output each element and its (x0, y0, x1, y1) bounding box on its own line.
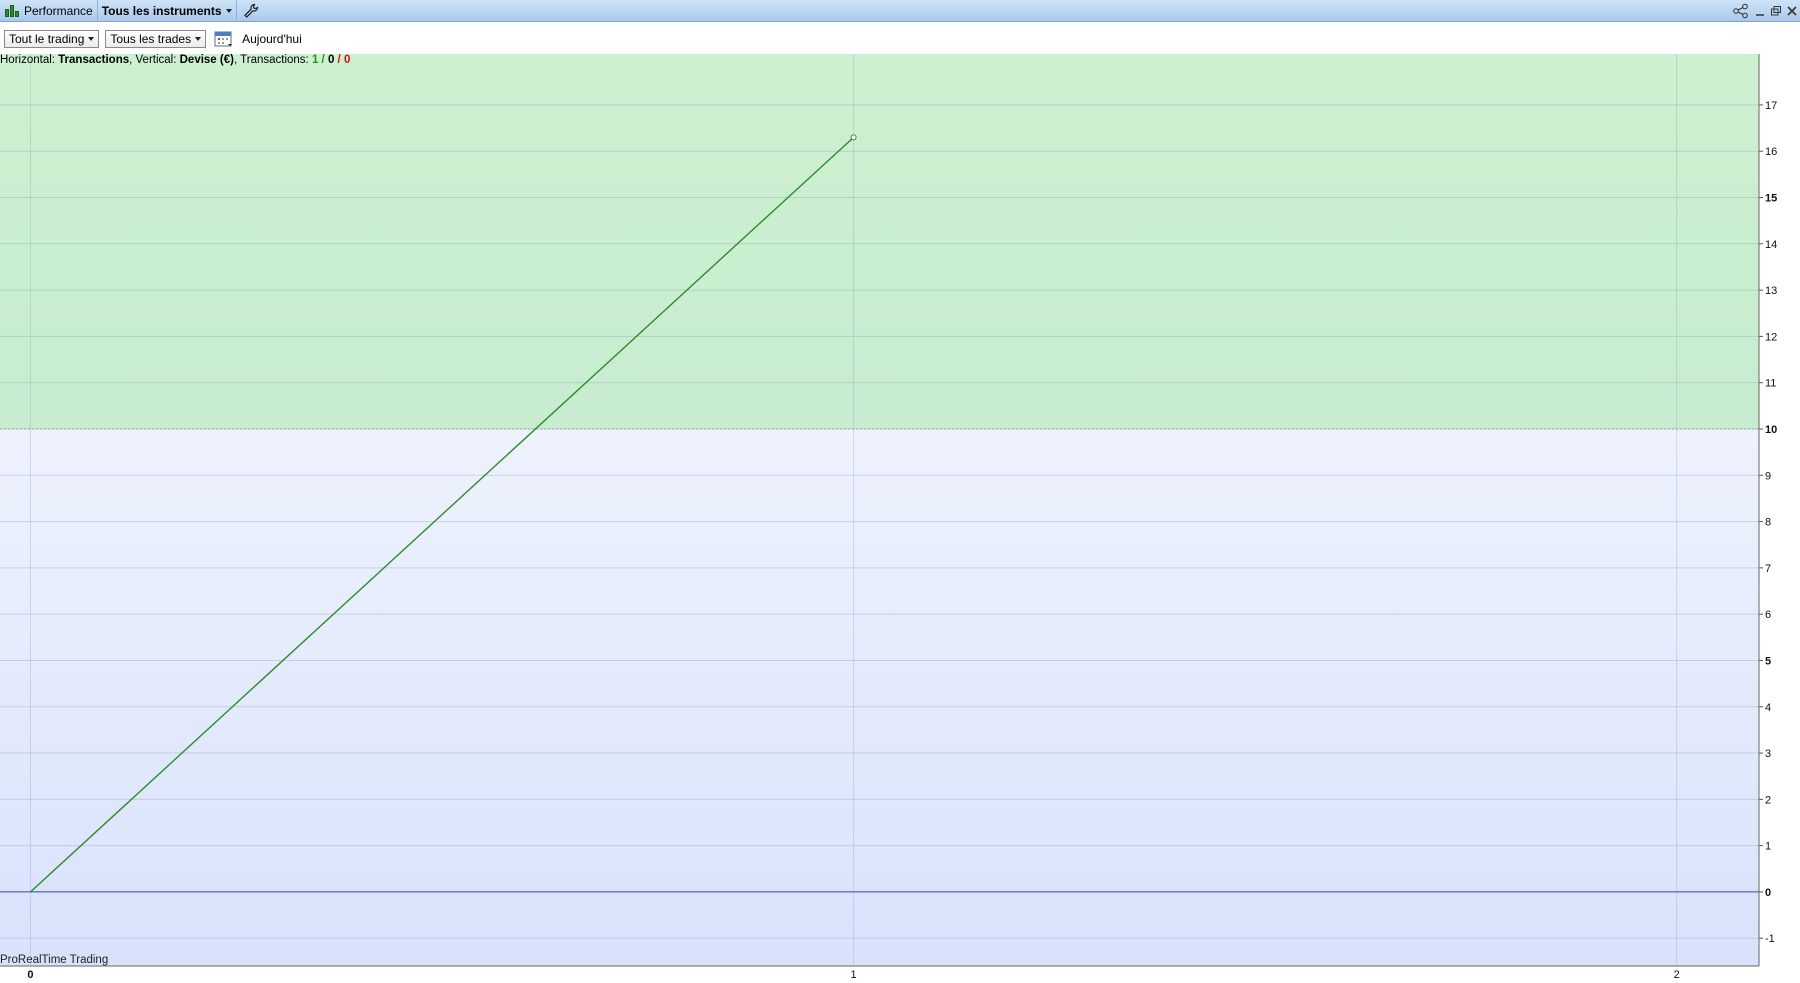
instrument-label: Tous les instruments (101, 3, 222, 18)
restore-icon[interactable] (1770, 5, 1782, 17)
separator: / (334, 54, 344, 66)
y-tick-label: 4 (1765, 702, 1771, 714)
neutral-zone (0, 428, 1759, 967)
chevron-down-icon (225, 8, 232, 13)
minimize-icon[interactable] (1754, 5, 1766, 17)
transactions-prefix: , Transactions: (233, 54, 312, 66)
chevron-down-icon (195, 37, 202, 41)
trading-filter-label: Tout le trading (9, 32, 85, 46)
brand-label: ProRealTime Trading (0, 954, 109, 966)
window-controls (1732, 0, 1800, 22)
y-tick-label: 15 (1765, 193, 1777, 205)
toolbar: Tout le trading Tous les trades Aujourd'… (0, 24, 1800, 54)
chart-info: Horizontal: Transactions, Vertical: Devi… (0, 54, 350, 68)
y-tick-label: 17 (1765, 100, 1777, 112)
x-tick-label: 1 (851, 969, 857, 981)
y-tick-label: 9 (1765, 470, 1771, 482)
horizontal-value: Transactions (58, 54, 130, 66)
separator: / (318, 54, 328, 66)
y-tick-label: 10 (1765, 424, 1777, 436)
close-icon[interactable] (1786, 5, 1798, 17)
y-tick-label: 3 (1765, 748, 1771, 760)
share-icon[interactable] (1732, 3, 1750, 19)
y-tick-label: 11 (1765, 378, 1776, 390)
x-tick-label: 2 (1674, 969, 1680, 981)
profit-zone (0, 54, 1759, 429)
y-tick-label: 12 (1765, 331, 1777, 343)
trades-filter-label: Tous les trades (110, 32, 192, 46)
y-tick-label: 5 (1765, 655, 1771, 667)
trades-filter-dropdown[interactable]: Tous les trades (105, 30, 207, 48)
chart-canvas[interactable]: -1012345678910111213141516170 1 2 (0, 54, 1800, 983)
date-label[interactable]: Aujourd'hui (242, 32, 302, 46)
y-tick-label: -1 (1765, 933, 1775, 945)
wrench-icon[interactable] (243, 3, 259, 19)
y-tick-label: 6 (1765, 609, 1771, 621)
app-label: Performance (24, 3, 93, 18)
y-tick-label: 13 (1765, 285, 1777, 297)
data-point (850, 134, 857, 141)
x-tick-label: 0 (27, 969, 33, 981)
title-bar: Performance Tous les instruments (0, 0, 1800, 22)
vertical-prefix: , Vertical: (129, 54, 180, 66)
tab-performance[interactable]: Performance (0, 0, 98, 22)
y-tick-label: 0 (1765, 887, 1771, 899)
performance-chart[interactable]: -1 0 1 2 3 4 5 6 7 8 9 10 11 12 13 14 15 16 17 0 1 2 (0, 54, 1800, 983)
y-tick-label: 14 (1765, 239, 1777, 251)
y-tick-label: 16 (1765, 146, 1777, 158)
vertical-value: Devise (€) (179, 54, 234, 66)
y-tick-label: 1 (1765, 841, 1771, 853)
instrument-dropdown[interactable]: Tous les instruments (98, 0, 237, 22)
chevron-down-icon (88, 37, 95, 41)
calendar-icon[interactable] (214, 30, 234, 48)
performance-app-icon (4, 4, 20, 18)
y-tick-label: 8 (1765, 517, 1771, 529)
trading-filter-dropdown[interactable]: Tout le trading (4, 30, 100, 48)
horizontal-prefix: Horizontal: (0, 54, 59, 66)
y-tick-label: 2 (1765, 794, 1771, 806)
y-tick-label: 7 (1765, 563, 1771, 575)
losses-count: 0 (343, 54, 351, 66)
